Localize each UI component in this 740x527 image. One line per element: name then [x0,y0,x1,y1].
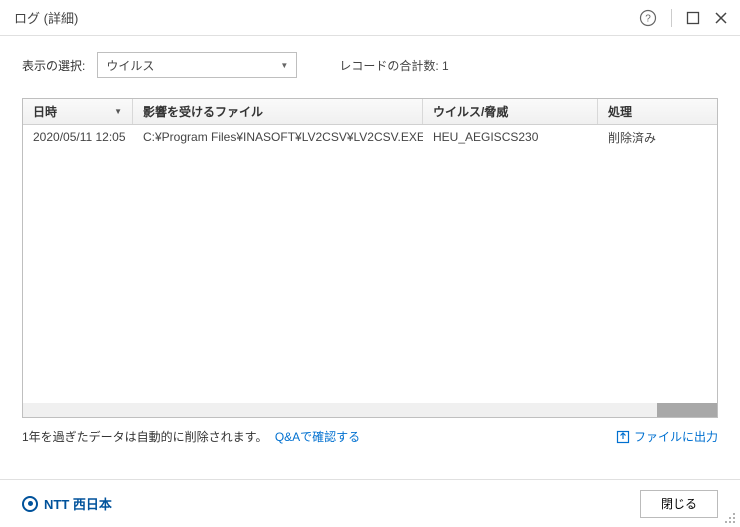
column-label: 処理 [608,103,632,120]
table-header: 日時 ▼ 影響を受けるファイル ウイルス/脅威 処理 [23,99,717,125]
column-header-file[interactable]: 影響を受けるファイル [133,99,423,124]
retention-note: 1年を過ぎたデータは自動的に削除されます。 Q&Aで確認する [22,428,360,445]
resize-grip-icon[interactable] [724,511,738,525]
export-icon [616,430,630,444]
cell-file: C:¥Program Files¥INASOFT¥LV2CSV¥LV2CSV.E… [133,125,423,149]
content-area: 表示の選択: ウイルス ▼ レコードの合計数: 1 日時 ▼ 影響を受けるファイ… [0,36,740,455]
export-label: ファイルに出力 [634,428,718,445]
cell-virus: HEU_AEGISCS230 [423,125,598,149]
window-title: ログ (詳細) [14,8,639,27]
log-table: 日時 ▼ 影響を受けるファイル ウイルス/脅威 処理 2020/05/11 12… [22,98,718,418]
cell-action: 削除済み [598,125,717,149]
titlebar: ログ (詳細) ? [0,0,740,36]
table-row[interactable]: 2020/05/11 12:05 C:¥Program Files¥INASOF… [23,125,717,149]
sort-desc-icon: ▼ [114,107,122,116]
brand-logo[interactable]: NTT 西日本 [22,494,112,513]
column-label: 日時 [33,103,57,120]
record-count-label: レコードの合計数: 1 [339,57,448,74]
brand-icon [22,496,38,512]
column-header-action[interactable]: 処理 [598,99,717,124]
chevron-down-icon: ▼ [280,61,288,70]
window-controls: ? [639,9,728,27]
filter-bar: 表示の選択: ウイルス ▼ レコードの合計数: 1 [22,52,718,78]
cell-date: 2020/05/11 12:05 [23,125,133,149]
qa-link[interactable]: Q&Aで確認する [275,430,360,444]
close-button[interactable]: 閉じる [640,490,718,518]
footer: NTT 西日本 閉じる [0,479,740,527]
scrollbar-thumb[interactable] [657,403,717,417]
table-body: 2020/05/11 12:05 C:¥Program Files¥INASOF… [23,125,717,403]
column-label: 影響を受けるファイル [143,103,263,120]
maximize-icon[interactable] [686,11,700,25]
horizontal-scrollbar[interactable] [23,403,717,417]
separator [671,9,672,27]
note-bar: 1年を過ぎたデータは自動的に削除されます。 Q&Aで確認する ファイルに出力 [22,428,718,445]
svg-text:?: ? [645,13,651,24]
export-link[interactable]: ファイルに出力 [616,428,718,445]
note-text: 1年を過ぎたデータは自動的に削除されます。 [22,430,267,444]
column-header-date[interactable]: 日時 ▼ [23,99,133,124]
filter-label: 表示の選択: [22,57,85,74]
brand-text: NTT 西日本 [44,494,112,513]
column-label: ウイルス/脅威 [433,103,508,120]
filter-select-value: ウイルス [106,57,154,74]
column-header-virus[interactable]: ウイルス/脅威 [423,99,598,124]
help-icon[interactable]: ? [639,9,657,27]
filter-select[interactable]: ウイルス ▼ [97,52,297,78]
close-icon[interactable] [714,11,728,25]
